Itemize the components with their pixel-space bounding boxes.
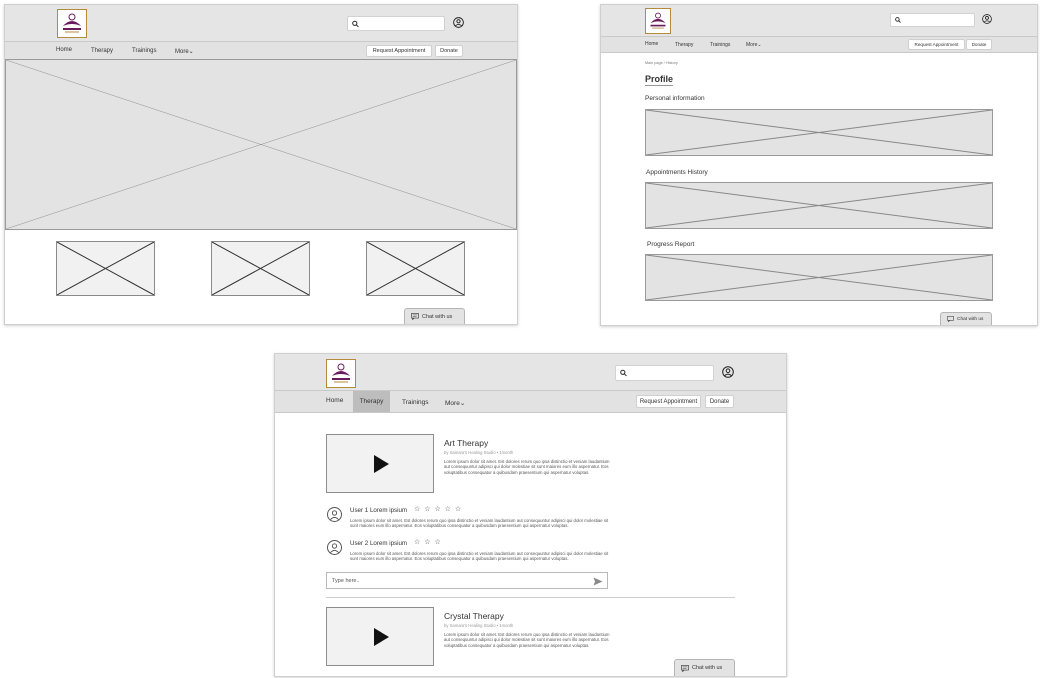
chat-label: Chat with us [957,316,984,322]
avatar [327,507,342,522]
logo-emblem-icon [332,363,350,383]
request-appointment-button[interactable]: Request Appointment [636,395,701,408]
nav-more-label: More [445,400,460,407]
main-nav: Home Therapy Trainings More⌄ Request App… [5,42,517,60]
site-header [275,354,786,391]
appointments-history-placeholder [645,182,993,229]
nav-home[interactable]: Home [56,47,72,53]
comment-username: User 1 Lorem ipsium [350,507,408,514]
site-logo[interactable] [645,8,671,34]
comment-username: User 2 Lorem ipsium [350,540,408,547]
chevron-down-icon: ⌄ [459,400,466,407]
comment-input-placeholder: Type here.. [332,578,360,584]
nav-home[interactable]: Home [326,397,343,404]
search-input[interactable] [347,16,445,31]
nav-more-label: More [746,42,758,48]
chevron-down-icon: ⌄ [757,42,762,48]
section-heading-appointments-history: Appointments History [646,169,708,176]
therapy-page-wireframe: Home Therapy Trainings More⌄ Request App… [274,353,787,677]
progress-report-placeholder [645,254,993,301]
search-input[interactable] [615,365,714,381]
nav-trainings[interactable]: Trainings [132,48,156,54]
home-page-wireframe: Home Therapy Trainings More⌄ Request App… [4,4,518,325]
feature-image-placeholder-2[interactable] [211,241,310,296]
send-icon[interactable] [593,577,603,586]
comment-text: Lorem ipsum dolor sit amet. Est dolores … [350,518,609,529]
main-nav: Home Therapy Trainings More⌄ Request App… [275,391,786,413]
nav-more[interactable]: More⌄ [175,48,194,55]
nav-therapy[interactable]: Therapy [91,48,113,54]
video-meta: by Samara's Healing Studio • 1month [444,623,514,628]
site-header [5,5,517,42]
donate-button[interactable]: Donate [966,39,992,50]
chat-bubble-icon [411,313,419,320]
nav-trainings[interactable]: Trainings [402,399,429,406]
nav-trainings[interactable]: Trainings [710,42,730,48]
video-description: Lorem ipsum dolor sit amet. Est dolores … [444,459,610,475]
search-icon [620,369,627,377]
user-circle-icon[interactable] [722,366,734,378]
video-meta: by Samara's Healing Studio • 1month [444,450,514,455]
chat-with-us-button[interactable]: Chat with us [404,308,465,324]
video-title[interactable]: Art Therapy [444,438,488,448]
nav-more[interactable]: More⌄ [746,42,762,48]
nav-therapy-selected[interactable]: Therapy [353,391,390,412]
feature-image-placeholder-3[interactable] [366,241,465,296]
search-input[interactable] [890,13,975,27]
main-nav: Home Therapy Trainings More⌄ Request App… [601,37,1037,53]
breadcrumb-home[interactable]: Main page [645,61,663,65]
comment-input[interactable]: Type here.. [326,572,608,589]
nav-therapy-label: Therapy [359,398,384,405]
profile-page-wireframe: Home Therapy Trainings More⌄ Request App… [600,4,1038,326]
video-description: Lorem ipsum dolor sit amet. Est dolores … [444,632,610,648]
nav-more[interactable]: More⌄ [445,399,465,407]
user-icon [329,510,340,521]
site-header [601,5,1037,37]
star-rating[interactable]: ☆ ☆ ☆ [414,538,442,546]
feature-image-placeholder-1[interactable] [56,241,155,296]
request-appointment-button[interactable]: Request Appointment [908,39,965,50]
search-icon [352,20,359,27]
chat-label: Chat with us [692,665,723,671]
chat-with-us-button[interactable]: Chat with us [674,659,735,676]
chat-with-us-button[interactable]: Chat with us [940,312,992,325]
chat-label: Chat with us [422,313,453,320]
video-player-crystal-therapy[interactable] [326,607,434,666]
request-appointment-button[interactable]: Request Appointment [366,45,432,57]
user-circle-icon[interactable] [982,14,992,24]
star-rating[interactable]: ☆ ☆ ☆ ☆ ☆ [414,505,462,513]
avatar [327,540,342,555]
chat-bubble-icon [947,316,954,322]
play-icon[interactable] [374,627,389,646]
site-logo[interactable] [57,9,87,38]
user-circle-icon[interactable] [453,17,464,28]
video-title[interactable]: Crystal Therapy [444,611,504,621]
play-icon[interactable] [374,454,389,473]
breadcrumb: Main page / History [645,61,678,65]
donate-button[interactable]: Donate [435,45,463,57]
nav-more-label: More [175,49,189,55]
chat-bubble-icon [681,664,689,672]
logo-emblem-icon [650,12,666,29]
site-logo[interactable] [326,359,356,388]
user-icon [329,543,340,554]
personal-information-placeholder [645,109,993,156]
comment-text: Lorem ipsum dolor sit amet. Est dolores … [350,551,609,562]
nav-home[interactable]: Home [645,41,658,47]
section-divider [326,597,735,598]
hero-image-placeholder [5,59,517,230]
chevron-down-icon: ⌄ [188,49,194,55]
breadcrumb-current[interactable]: History [666,61,678,65]
section-heading-personal-information: Personal information [645,95,705,102]
donate-button[interactable]: Donate [705,395,734,408]
search-icon [895,17,901,23]
video-player-art-therapy[interactable] [326,434,434,493]
nav-therapy[interactable]: Therapy [675,42,693,48]
logo-emblem-icon [63,13,81,33]
page-title: Profile [645,74,674,86]
section-heading-progress-report: Progress Report [647,241,695,248]
